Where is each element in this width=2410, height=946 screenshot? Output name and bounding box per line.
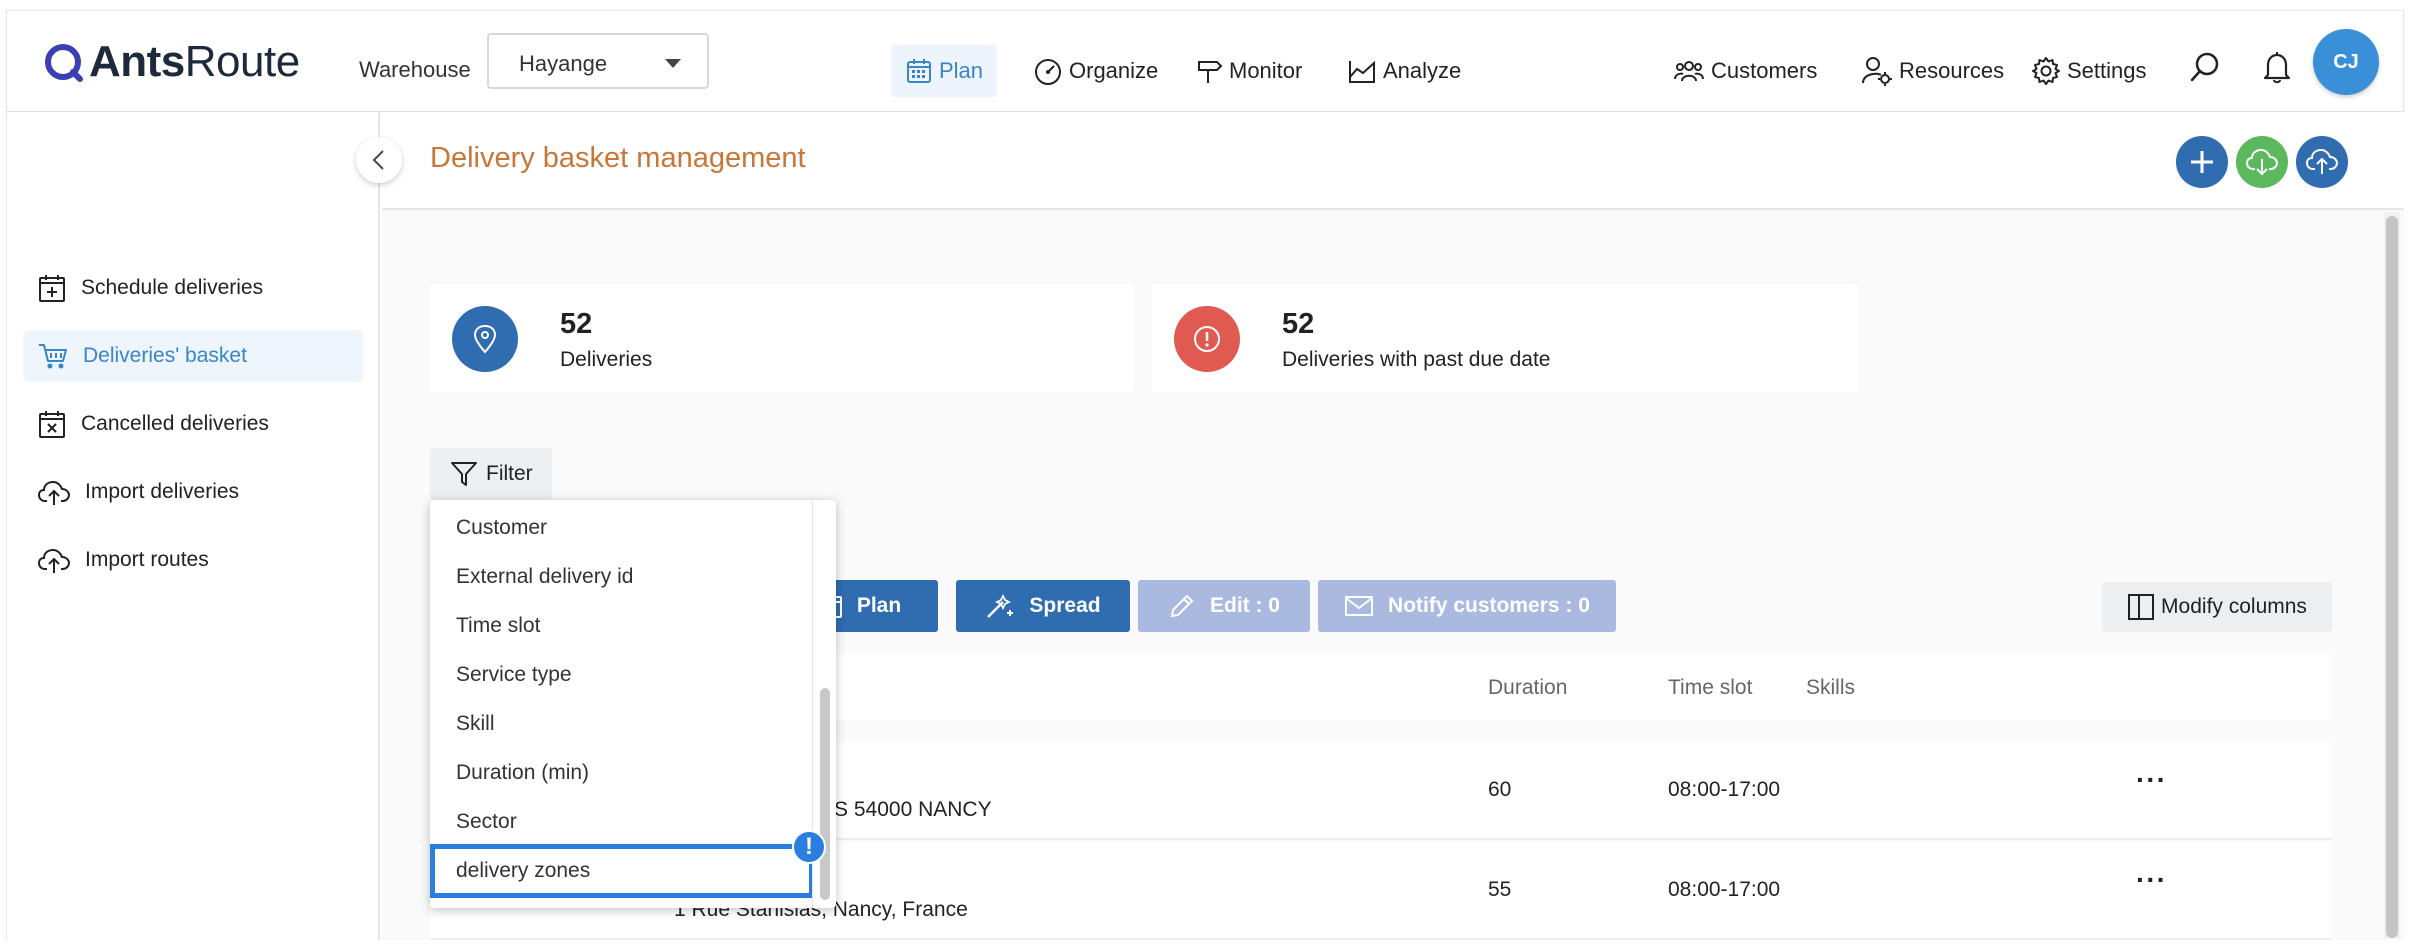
sidebar-item-import-routes[interactable]: Import routes <box>23 534 363 586</box>
page-header: Delivery basket management <box>382 112 2404 210</box>
filter-dropdown: Customer External delivery id Time slot … <box>430 500 836 908</box>
filter-icon <box>451 462 477 486</box>
row-more-options-icon[interactable]: ··· <box>2136 864 2167 896</box>
users-icon <box>1674 61 1704 82</box>
nav-organize[interactable]: Organize <box>1019 45 1172 97</box>
bell-icon <box>2263 52 2291 84</box>
row-more-options-icon[interactable]: ··· <box>2136 764 2167 796</box>
row-duration: 55 <box>1488 878 1512 901</box>
filter-option-sector[interactable]: Sector <box>456 810 517 834</box>
modify-columns-button[interactable]: Modify columns <box>2102 582 2332 632</box>
cloud-download-button[interactable] <box>2236 136 2288 188</box>
filter-option-customer[interactable]: Customer <box>456 516 547 540</box>
chart-area-icon <box>1349 60 1375 83</box>
warehouse-select[interactable]: Hayange <box>487 33 709 89</box>
column-header-time-slot[interactable]: Time slot <box>1668 676 1752 700</box>
chevron-left-icon <box>372 150 384 170</box>
past-due-label: Deliveries with past due date <box>1282 348 1551 371</box>
sidebar: Schedule deliveries Deliveries' basket C… <box>6 112 380 940</box>
search-button[interactable] <box>2183 45 2227 89</box>
calendar-plus-icon <box>39 275 65 302</box>
basket-icon <box>39 344 67 369</box>
nav-customers[interactable]: Customers <box>1659 45 1831 97</box>
logo-text: AntsRoute <box>89 37 300 86</box>
location-pin-icon <box>452 306 518 372</box>
cloud-upload-icon <box>37 480 71 505</box>
warehouse-value: Hayange <box>519 51 608 76</box>
cloud-download-icon <box>2245 148 2279 176</box>
stat-card-past-due: 52 Deliveries with past due date <box>1152 284 1858 392</box>
calendar-grid-icon <box>907 59 931 83</box>
sidebar-item-import-deliveries[interactable]: Import deliveries <box>23 466 363 518</box>
nav-analyze[interactable]: Analyze <box>1333 45 1475 97</box>
deliveries-count: 52 <box>560 308 593 340</box>
cloud-upload-button[interactable] <box>2296 136 2348 188</box>
cloud-upload-icon <box>2305 148 2339 174</box>
cloud-upload-icon <box>37 548 71 573</box>
nav-monitor[interactable]: Monitor <box>1181 45 1316 97</box>
spread-button[interactable]: Spread <box>956 580 1130 632</box>
add-delivery-button[interactable] <box>2176 136 2228 188</box>
filter-option-delivery-zones[interactable]: delivery zones <box>456 859 590 883</box>
filter-option-skill[interactable]: Skill <box>456 712 495 736</box>
magic-wand-icon <box>987 593 1014 618</box>
warehouse-label: Warehouse <box>359 57 471 82</box>
filter-button[interactable]: Filter <box>430 448 552 500</box>
sidebar-item-schedule-deliveries[interactable]: Schedule deliveries <box>23 262 363 314</box>
gauge-icon <box>1035 59 1061 85</box>
stat-card-deliveries: 52 Deliveries <box>430 284 1134 392</box>
dropdown-scrollbar-thumb[interactable] <box>820 688 830 900</box>
filter-option-external-delivery-id[interactable]: External delivery id <box>456 565 633 589</box>
top-navigation-bar: AntsRoute Warehouse Hayange Plan Organiz… <box>6 10 2404 112</box>
row-time-slot: 08:00-17:00 <box>1668 878 1781 901</box>
nav-plan[interactable]: Plan <box>891 45 998 97</box>
antsroute-logo[interactable]: AntsRoute <box>43 37 300 87</box>
logo-icon <box>45 44 83 82</box>
chevron-down-icon <box>665 59 681 68</box>
edit-button[interactable]: Edit : 0 <box>1138 580 1310 632</box>
nav-settings[interactable]: Settings <box>2017 45 2161 97</box>
sidebar-item-cancelled-deliveries[interactable]: Cancelled deliveries <box>23 398 363 450</box>
notify-customers-button[interactable]: Notify customers : 0 <box>1318 580 1616 632</box>
signpost-icon <box>1198 61 1223 83</box>
column-header-duration[interactable]: Duration <box>1488 676 1567 700</box>
column-header-skills[interactable]: Skills <box>1806 676 1855 700</box>
row-address: AS 54000 NANCY <box>820 798 992 821</box>
calendar-x-icon <box>39 411 65 438</box>
filter-option-time-slot[interactable]: Time slot <box>456 614 540 638</box>
collapse-sidebar-button[interactable] <box>356 137 402 183</box>
search-icon <box>2190 52 2219 82</box>
deliveries-label: Deliveries <box>560 348 653 371</box>
sidebar-item-deliveries-basket[interactable]: Deliveries' basket <box>23 330 363 382</box>
notifications-button[interactable] <box>2255 45 2299 89</box>
past-due-count: 52 <box>1282 308 1315 340</box>
main-scrollbar-thumb[interactable] <box>2386 216 2398 938</box>
nav-resources[interactable]: Resources <box>1847 45 2018 97</box>
filter-option-service-type[interactable]: Service type <box>456 663 572 687</box>
plus-icon <box>2191 151 2213 173</box>
user-gear-icon <box>1862 57 1892 86</box>
row-duration: 60 <box>1488 778 1512 801</box>
row-time-slot: 08:00-17:00 <box>1668 778 1781 801</box>
exclamation-badge-icon: ! <box>792 830 826 864</box>
page-title: Delivery basket management <box>430 142 806 174</box>
filter-option-duration[interactable]: Duration (min) <box>456 761 589 785</box>
pencil-icon <box>1170 594 1194 618</box>
columns-icon <box>2128 594 2155 620</box>
gear-icon <box>2032 57 2060 85</box>
envelope-icon <box>1345 596 1374 616</box>
alert-circle-icon <box>1174 306 1240 372</box>
user-avatar[interactable]: CJ <box>2313 29 2379 95</box>
